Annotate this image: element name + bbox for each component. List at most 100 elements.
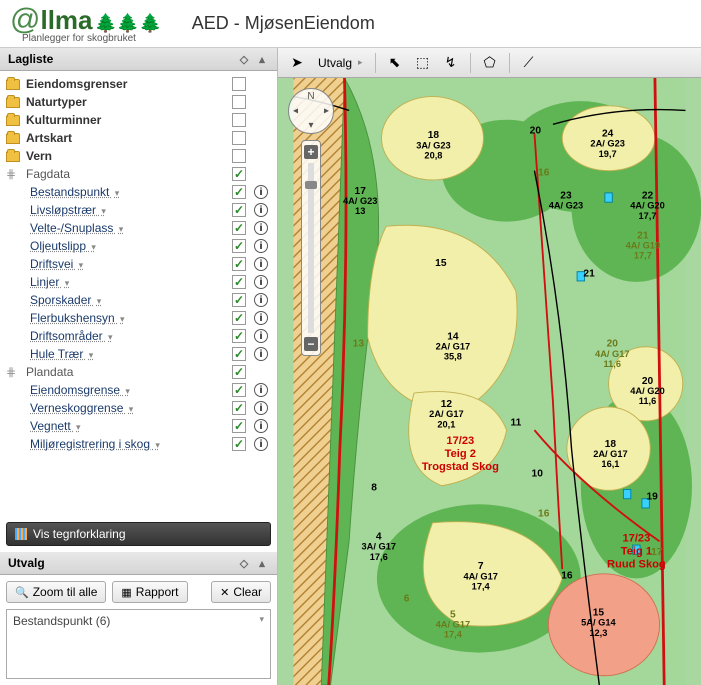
svg-text:17,4: 17,4 [444,630,463,640]
svg-text:35,8: 35,8 [444,352,462,362]
layer-checkbox[interactable] [232,347,246,361]
collapse-icon[interactable]: ◇ [237,52,251,66]
info-icon[interactable]: i [254,383,268,397]
close-icon: ✕ [220,586,229,599]
layer-item[interactable]: Hule Trær ▾ [30,347,227,361]
layer-folder[interactable]: Vern [26,149,227,163]
layer-item[interactable]: Bestandspunkt ▾ [30,185,227,199]
info-icon[interactable]: i [254,185,268,199]
layer-group[interactable]: Fagdata [26,167,227,181]
cursor-tool[interactable]: ➤ [284,52,310,74]
layer-checkbox[interactable] [232,437,246,451]
layer-item[interactable]: Vegnett ▾ [30,419,227,433]
selection-dropdown[interactable]: Bestandspunkt (6)▾ [6,609,271,679]
clear-button[interactable]: ✕Clear [211,581,271,603]
select-point-tool[interactable]: ⬉ [382,52,408,74]
select-polygon-tool[interactable]: ⬠ [477,52,503,74]
layer-checkbox[interactable] [232,203,246,217]
info-icon[interactable]: i [254,293,268,307]
pan-east[interactable]: ▸ [324,106,329,117]
layer-checkbox[interactable] [232,149,246,163]
utvalg-tool-label[interactable]: Utvalg▸ [312,56,369,70]
layer-item[interactable]: Driftsområder ▾ [30,329,227,343]
layer-item[interactable]: Livsløpstrær ▾ [30,203,227,217]
layer-checkbox[interactable] [232,401,246,415]
collapse-icon[interactable]: ◇ [237,556,251,570]
pan-control[interactable]: N ▾ ▸ ◂ [288,88,334,134]
info-icon[interactable]: i [254,311,268,325]
layer-group[interactable]: Plandata [26,365,227,379]
layer-item[interactable]: Flerbukshensyn ▾ [30,311,227,325]
map-canvas[interactable]: 183A/ G2320,820242A/ G2319,7174A/ G23131… [278,78,701,685]
info-icon[interactable]: i [254,275,268,289]
info-icon[interactable]: i [254,221,268,235]
select-rect-tool[interactable]: ⬚ [410,52,436,74]
svg-text:16: 16 [561,570,573,581]
chevron-up-icon[interactable]: ▴ [255,556,269,570]
layer-folder[interactable]: Kulturminner [26,113,227,127]
svg-text:4A/ G17: 4A/ G17 [595,349,629,359]
layer-checkbox[interactable] [232,167,246,181]
chevron-down-icon: ▾ [155,440,160,450]
info-icon[interactable]: i [254,419,268,433]
svg-text:15: 15 [435,258,447,269]
layer-checkbox[interactable] [232,293,246,307]
layer-item[interactable]: Velte-/Snuplass ▾ [30,221,227,235]
svg-text:4A/ G23: 4A/ G23 [549,201,583,211]
layer-checkbox[interactable] [232,365,246,379]
select-path-tool[interactable]: ↯ [438,52,464,74]
layer-checkbox[interactable] [232,113,246,127]
info-icon[interactable]: i [254,401,268,415]
svg-text:4A/ G19: 4A/ G19 [626,241,660,251]
show-legend-button[interactable]: Vis tegnforklaring [6,522,271,546]
pan-west[interactable]: ◂ [293,106,298,117]
layer-item[interactable]: Driftsvei ▾ [30,257,227,271]
layer-item[interactable]: Linjer ▾ [30,275,227,289]
layer-folder[interactable]: Naturtyper [26,95,227,109]
chevron-down-icon: ▾ [76,422,81,432]
svg-text:13: 13 [353,339,365,350]
info-icon[interactable]: i [254,329,268,343]
layer-folder[interactable]: Eiendomsgrenser [26,77,227,91]
svg-text:11,6: 11,6 [639,396,657,406]
layer-item[interactable]: Miljøregistrering i skog ▾ [30,437,227,451]
layer-checkbox[interactable] [232,77,246,91]
layer-checkbox[interactable] [232,185,246,199]
info-icon[interactable]: i [254,437,268,451]
layer-checkbox[interactable] [232,311,246,325]
svg-text:2A/ G17: 2A/ G17 [429,409,463,419]
pan-north[interactable]: N [307,91,314,102]
layer-checkbox[interactable] [232,419,246,433]
map-area[interactable]: ➤ Utvalg▸ ⬉ ⬚ ↯ ⬠ ⟋ N ▾ ▸ ◂ + − [278,48,701,685]
layer-item[interactable]: Oljeutslipp ▾ [30,239,227,253]
info-icon[interactable]: i [254,239,268,253]
layer-checkbox[interactable] [232,239,246,253]
select-freehand-tool[interactable]: ⟋ [516,52,542,74]
chevron-down-icon: ▾ [119,224,124,234]
layer-item[interactable]: Eiendomsgrense ▾ [30,383,227,397]
chevron-down-icon: ▾ [97,296,102,306]
layer-folder[interactable]: Artskart [26,131,227,145]
rapport-button[interactable]: ▦Rapport [112,581,187,603]
chevron-up-icon[interactable]: ▴ [255,52,269,66]
info-icon[interactable]: i [254,347,268,361]
layer-checkbox[interactable] [232,329,246,343]
layer-checkbox[interactable] [232,221,246,235]
svg-text:11: 11 [511,418,522,429]
info-icon[interactable]: i [254,257,268,271]
info-icon[interactable]: i [254,203,268,217]
zoom-slider[interactable]: + − [301,140,321,356]
layer-checkbox[interactable] [232,257,246,271]
layer-checkbox[interactable] [232,95,246,109]
layer-checkbox[interactable] [232,275,246,289]
zoom-all-button[interactable]: 🔍Zoom til alle [6,581,106,603]
svg-text:17,4: 17,4 [472,582,491,592]
pan-south[interactable]: ▾ [308,120,313,131]
svg-text:3A/ G23: 3A/ G23 [416,140,450,150]
layer-item[interactable]: Verneskoggrense ▾ [30,401,227,415]
layer-checkbox[interactable] [232,383,246,397]
zoom-out-button[interactable]: − [304,337,318,351]
layer-checkbox[interactable] [232,131,246,145]
layer-item[interactable]: Sporskader ▾ [30,293,227,307]
zoom-in-button[interactable]: + [304,145,318,159]
